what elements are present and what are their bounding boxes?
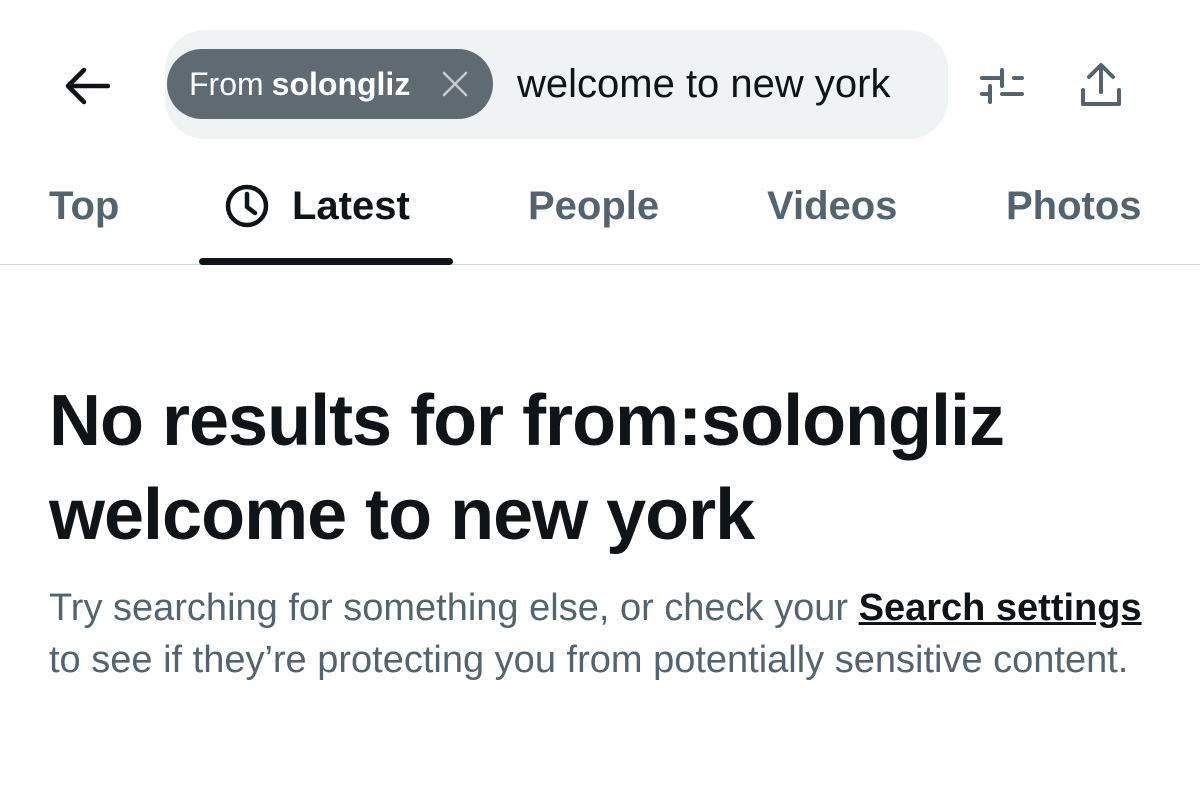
- tab-photos[interactable]: Photos: [1006, 182, 1142, 230]
- search-settings-link[interactable]: Search settings: [859, 587, 1142, 629]
- sliders-icon[interactable]: [976, 62, 1028, 110]
- tab-label: Latest: [292, 184, 410, 228]
- search-box[interactable]: From solongliz welcome to new york: [165, 30, 948, 139]
- tab-label: Photos: [1006, 184, 1142, 228]
- tab-top[interactable]: Top: [49, 182, 119, 230]
- tab-label: Videos: [767, 184, 898, 228]
- arrow-left-icon: [65, 67, 110, 105]
- search-filter-chip[interactable]: From solongliz: [167, 49, 493, 119]
- back-button[interactable]: [58, 58, 114, 114]
- clock-icon: [225, 184, 269, 228]
- active-tab-indicator: [199, 258, 453, 265]
- tab-label: Top: [49, 184, 120, 228]
- chip-username: solongliz: [271, 65, 411, 102]
- empty-state-description: Try searching for something else, or che…: [49, 582, 1159, 686]
- search-query-text[interactable]: welcome to new york: [517, 60, 890, 108]
- search-header: From solongliz welcome to new york: [0, 0, 1200, 150]
- close-icon[interactable]: [441, 70, 469, 98]
- description-text-end: to see if they’re protecting you from po…: [49, 639, 1129, 681]
- tab-latest[interactable]: Latest: [224, 182, 410, 230]
- share-icon[interactable]: [1076, 60, 1126, 110]
- tab-label: People: [528, 184, 660, 228]
- description-text: Try searching for something else, or che…: [49, 587, 859, 629]
- search-tabs: Top Latest People Videos Photos: [0, 160, 1200, 265]
- empty-state-title: No results for from:solongliz welcome to…: [49, 381, 1005, 555]
- tab-videos[interactable]: Videos: [767, 182, 897, 230]
- tab-people[interactable]: People: [528, 182, 659, 230]
- chip-prefix: From: [189, 65, 264, 102]
